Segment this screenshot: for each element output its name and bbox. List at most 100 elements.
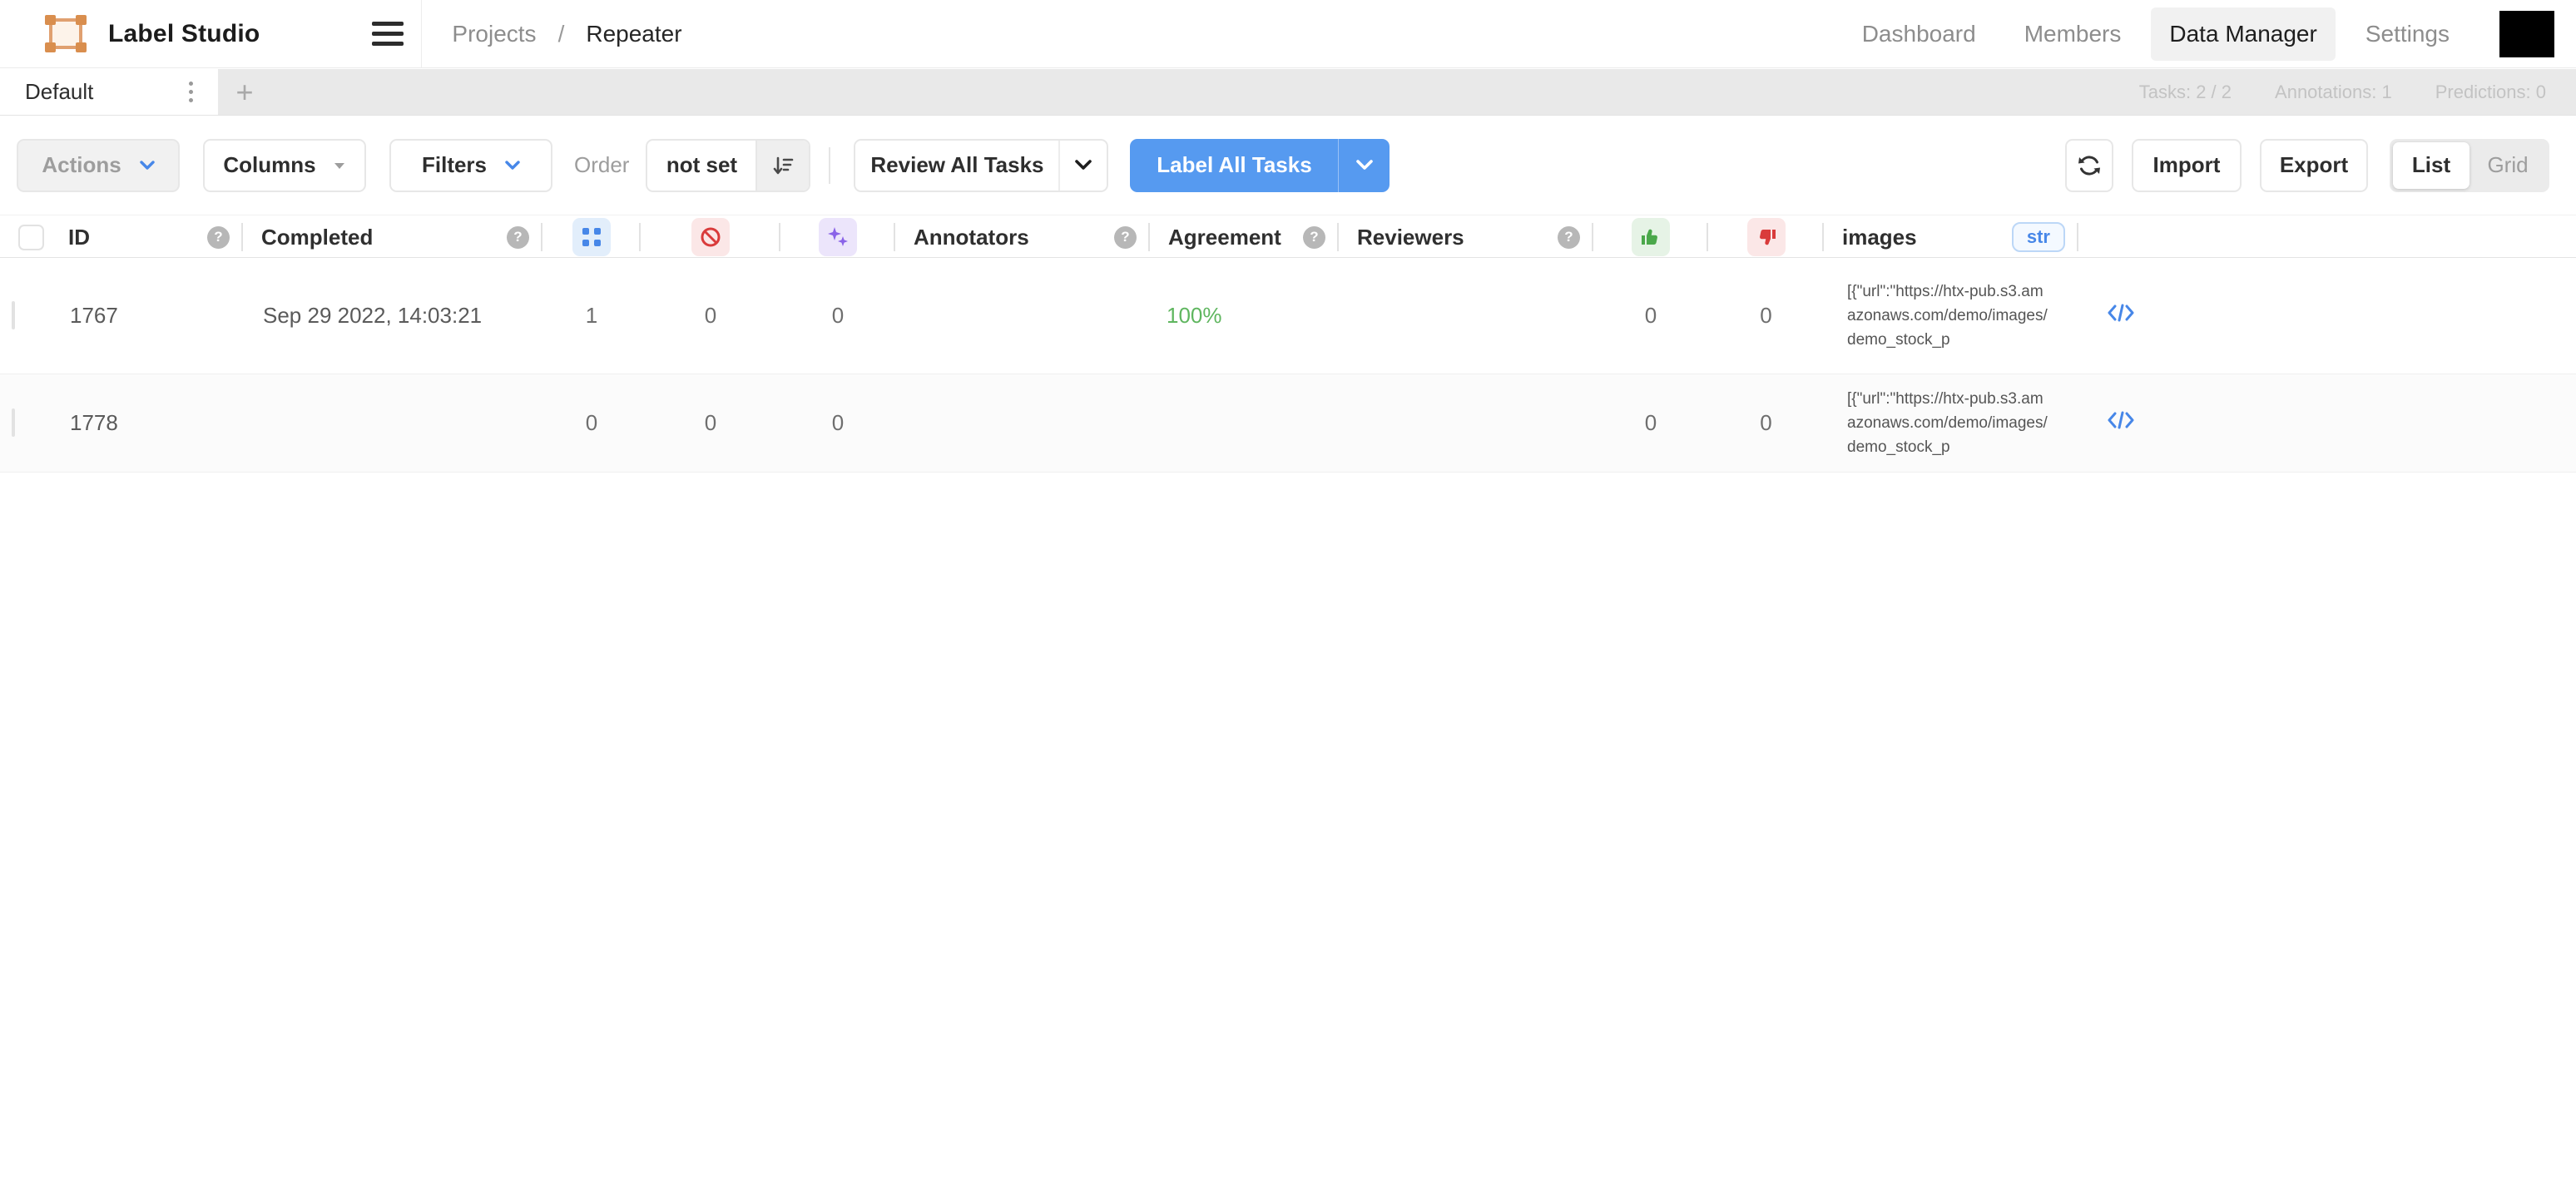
column-completed[interactable]: Completed ? — [243, 215, 542, 259]
tab-default[interactable]: Default — [0, 69, 218, 115]
view-tab-bar: Default + Tasks: 2 / 2 Annotations: 1 Pr… — [0, 69, 2576, 116]
header-divider — [421, 0, 422, 68]
app-title: Label Studio — [108, 20, 260, 48]
column-reviews-rejected[interactable] — [1708, 215, 1824, 259]
cell-cancelled: 0 — [641, 303, 780, 329]
column-agreement[interactable]: Agreement ? — [1150, 215, 1339, 259]
refresh-button[interactable] — [2065, 139, 2113, 192]
column-annotations[interactable] — [542, 215, 641, 259]
nav-dashboard[interactable]: Dashboard — [1844, 7, 1994, 61]
help-icon[interactable]: ? — [1303, 226, 1325, 249]
import-label: Import — [2153, 152, 2221, 178]
export-button[interactable]: Export — [2260, 139, 2368, 192]
column-images[interactable]: images str — [1824, 215, 2078, 259]
breadcrumb: Projects / Repeater — [452, 21, 681, 47]
label-studio-logo-icon — [45, 15, 87, 53]
breadcrumb-current-project: Repeater — [586, 21, 681, 47]
view-toggle: List Grid — [2390, 139, 2549, 192]
cell-reviews-accepted: 0 — [1593, 303, 1708, 329]
data-manager-screen: Label Studio Projects / Repeater Dashboa… — [0, 0, 2576, 1183]
toolbar-divider — [829, 147, 830, 184]
column-annotators-label: Annotators — [914, 225, 1029, 250]
column-reviews-accepted[interactable] — [1593, 215, 1708, 259]
filters-button[interactable]: Filters — [389, 139, 552, 192]
code-icon[interactable] — [2107, 302, 2135, 324]
cell-predictions: 0 — [780, 410, 895, 436]
cell-id: 1778 — [50, 410, 243, 436]
code-icon[interactable] — [2107, 409, 2135, 431]
cell-reviews-rejected: 0 — [1708, 303, 1824, 329]
predictions-sparkles-icon — [819, 218, 857, 256]
sort-direction-button[interactable] — [755, 141, 809, 191]
filters-label: Filters — [422, 152, 487, 178]
breadcrumb-separator: / — [558, 21, 565, 47]
help-icon[interactable]: ? — [507, 226, 529, 249]
thumbs-up-icon — [1632, 218, 1670, 256]
actions-button[interactable]: Actions — [17, 139, 180, 192]
column-reviewers-label: Reviewers — [1357, 225, 1464, 250]
stat-annotations: Annotations: 1 — [2275, 82, 2392, 103]
review-all-tasks-label: Review All Tasks — [855, 141, 1058, 191]
label-options-button[interactable] — [1338, 139, 1390, 192]
table-row[interactable]: 1778 0 0 0 0 0 [{"url":"https://htx-pub.… — [0, 374, 2576, 473]
column-completed-label: Completed — [261, 225, 373, 250]
export-label: Export — [2280, 152, 2348, 178]
column-id[interactable]: ID ? — [50, 215, 243, 259]
thumbs-down-icon — [1747, 218, 1786, 256]
row-checkbox[interactable] — [12, 301, 15, 329]
toolbar: Actions Columns Filters Order not set — [0, 116, 2576, 215]
order-value: not set — [647, 141, 755, 191]
column-type-badge: str — [2012, 222, 2065, 252]
chevron-down-icon — [1356, 160, 1373, 171]
sort-icon — [772, 155, 794, 176]
task-table: ID ? Completed ? — [0, 215, 2576, 473]
hamburger-menu-icon[interactable] — [358, 0, 418, 68]
table-row[interactable]: 1767 Sep 29 2022, 14:03:21 1 0 0 100% 0 … — [0, 258, 2576, 374]
column-images-label: images — [1842, 225, 1917, 250]
columns-button[interactable]: Columns — [203, 139, 366, 192]
app-logo[interactable]: Label Studio — [0, 15, 260, 53]
nav-settings[interactable]: Settings — [2347, 7, 2468, 61]
select-all-checkbox[interactable] — [18, 225, 44, 250]
cell-predictions: 0 — [780, 303, 895, 329]
column-annotators[interactable]: Annotators ? — [895, 215, 1150, 259]
cell-annotations: 1 — [542, 303, 641, 329]
review-all-tasks-button[interactable]: Review All Tasks — [854, 139, 1108, 192]
nav-data-manager[interactable]: Data Manager — [2151, 7, 2335, 61]
add-tab-button[interactable]: + — [218, 69, 271, 115]
task-stats: Tasks: 2 / 2 Annotations: 1 Predictions:… — [2139, 69, 2576, 115]
help-icon[interactable]: ? — [207, 226, 230, 249]
cell-cancelled: 0 — [641, 410, 780, 436]
breadcrumb-projects[interactable]: Projects — [452, 21, 536, 47]
help-icon[interactable]: ? — [1114, 226, 1137, 249]
review-options-button[interactable] — [1058, 141, 1107, 191]
tab-options-kebab-icon[interactable] — [184, 77, 198, 107]
stat-tasks: Tasks: 2 / 2 — [2139, 82, 2232, 103]
view-list-button[interactable]: List — [2393, 142, 2469, 189]
column-cancelled-annotations[interactable] — [641, 215, 780, 259]
tab-default-label: Default — [25, 79, 93, 105]
view-grid-button[interactable]: Grid — [2469, 142, 2546, 189]
cell-images-url: [{"url":"https://htx-pub.s3.amazonaws.co… — [1847, 387, 2048, 459]
column-predictions[interactable] — [780, 215, 895, 259]
cell-id: 1767 — [50, 303, 243, 329]
column-id-label: ID — [68, 225, 90, 250]
cell-reviews-accepted: 0 — [1593, 410, 1708, 436]
label-all-tasks-label: Label All Tasks — [1130, 139, 1338, 192]
order-label: Order — [574, 152, 629, 178]
row-checkbox[interactable] — [12, 408, 15, 437]
nav-members[interactable]: Members — [2006, 7, 2140, 61]
column-reviewers[interactable]: Reviewers ? — [1339, 215, 1593, 259]
app-header: Label Studio Projects / Repeater Dashboa… — [0, 0, 2576, 68]
label-all-tasks-button[interactable]: Label All Tasks — [1130, 139, 1390, 192]
order-value-button[interactable]: not set — [646, 139, 810, 192]
help-icon[interactable]: ? — [1558, 226, 1580, 249]
cell-images-url: [{"url":"https://htx-pub.s3.amazonaws.co… — [1847, 280, 2048, 352]
toolbar-right: Import Export List Grid — [2065, 139, 2549, 192]
table-header-row: ID ? Completed ? — [0, 215, 2576, 258]
user-avatar[interactable] — [2499, 11, 2554, 57]
actions-label: Actions — [42, 152, 121, 178]
import-button[interactable]: Import — [2132, 139, 2242, 192]
annotations-icon — [572, 218, 611, 256]
cancelled-annotations-icon — [691, 218, 730, 256]
